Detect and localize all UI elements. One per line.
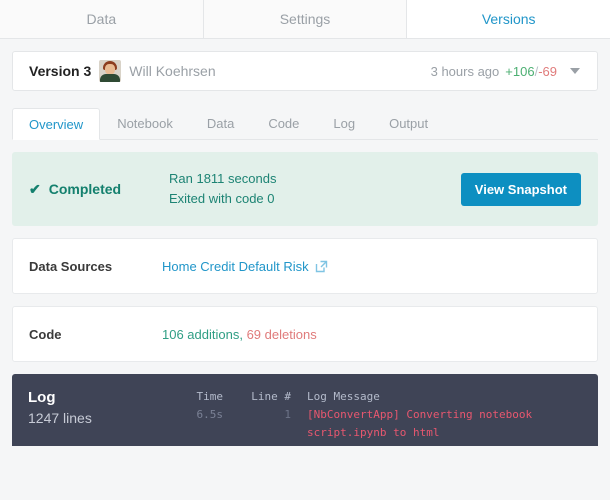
version-meta: 3 hours ago +106 / -69 xyxy=(431,52,593,90)
status-runtime: Ran 1811 seconds xyxy=(169,171,277,186)
log-column-message: Log Message xyxy=(307,390,380,403)
subtab-data[interactable]: Data xyxy=(190,107,251,139)
version-header[interactable]: Version 3 Will Koehrsen 3 hours ago +106… xyxy=(12,51,598,91)
subtab-output-label: Output xyxy=(389,116,429,131)
tab-versions-label: Versions xyxy=(481,10,536,27)
status-badge: ✔ Completed xyxy=(29,181,169,197)
log-panel: Log 1247 lines Time Line # Log Message 6… xyxy=(12,374,598,446)
subtab-data-label: Data xyxy=(206,116,235,131)
log-row-message-line2: script.ipynb to html xyxy=(307,426,440,439)
version-deletions: -69 xyxy=(538,63,557,79)
status-details: Ran 1811 seconds Exited with code 0 xyxy=(169,169,276,209)
code-diff-summary: 106 additions, 69 deletions xyxy=(162,327,317,342)
log-column-time: Time xyxy=(196,390,224,403)
version-tab-bar: Overview Notebook Data Code Log Output xyxy=(12,105,598,140)
log-row-line: 1 xyxy=(284,408,291,421)
page-content: Version 3 Will Koehrsen 3 hours ago +106… xyxy=(0,39,610,446)
version-timestamp: 3 hours ago xyxy=(430,63,500,79)
code-deletions: 69 deletions xyxy=(246,326,317,342)
subtab-output[interactable]: Output xyxy=(372,107,445,139)
chevron-down-icon[interactable] xyxy=(557,52,593,90)
tab-settings[interactable]: Settings xyxy=(203,0,408,38)
subtab-log[interactable]: Log xyxy=(316,107,372,139)
tab-settings-label: Settings xyxy=(279,11,331,27)
subtab-code[interactable]: Code xyxy=(251,107,316,139)
code-card: Code 106 additions, 69 deletions xyxy=(12,306,598,362)
subtab-notebook-label: Notebook xyxy=(117,116,173,131)
code-diff-separator: , xyxy=(239,326,247,342)
log-row-message: [NbConvertApp] Converting notebook scrip… xyxy=(299,406,582,442)
check-icon: ✔ xyxy=(29,181,41,197)
data-sources-card: Data Sources Home Credit Default Risk xyxy=(12,238,598,294)
log-summary: Log 1247 lines xyxy=(28,388,161,446)
log-row-time: 6.5s xyxy=(196,408,224,421)
log-line-count: 1247 lines xyxy=(28,410,92,426)
log-column-line: Line # xyxy=(251,390,291,403)
code-additions: 106 additions xyxy=(162,326,240,342)
version-author: Will Koehrsen xyxy=(129,63,216,79)
status-exit-code: Exited with code 0 xyxy=(169,191,275,206)
avatar xyxy=(99,60,122,82)
subtab-overview[interactable]: Overview xyxy=(12,108,101,140)
run-status-card: ✔ Completed Ran 1811 seconds Exited with… xyxy=(12,152,598,226)
log-row-message-line1: [NbConvertApp] Converting notebook xyxy=(307,408,533,421)
data-source-link[interactable]: Home Credit Default Risk xyxy=(162,259,328,274)
subtab-overview-label: Overview xyxy=(29,117,84,132)
log-title: Log xyxy=(28,389,56,406)
primary-tab-bar: Data Settings Versions xyxy=(0,0,610,39)
tab-versions[interactable]: Versions xyxy=(407,0,610,38)
subtab-notebook[interactable]: Notebook xyxy=(100,107,190,139)
tab-data[interactable]: Data xyxy=(0,0,204,38)
data-sources-label: Data Sources xyxy=(29,258,113,274)
log-table-header: Time Line # Log Message xyxy=(161,388,582,406)
external-link-icon xyxy=(315,260,328,273)
code-label: Code xyxy=(29,326,62,342)
data-source-link-text: Home Credit Default Risk xyxy=(162,258,309,274)
subtab-log-label: Log xyxy=(333,116,356,131)
version-label: Version 3 xyxy=(29,63,92,79)
log-table-row: 6.5s 1 [NbConvertApp] Converting noteboo… xyxy=(161,406,582,442)
log-table[interactable]: Time Line # Log Message 6.5s 1 [NbConver… xyxy=(161,388,582,446)
tab-data-label: Data xyxy=(86,11,117,27)
version-additions: +106 xyxy=(505,63,535,79)
status-label: Completed xyxy=(48,181,122,197)
view-snapshot-button[interactable]: View Snapshot xyxy=(460,172,581,206)
subtab-code-label: Code xyxy=(268,116,300,131)
